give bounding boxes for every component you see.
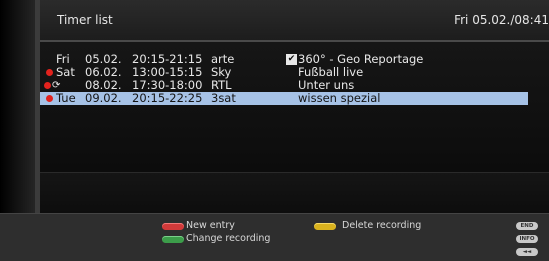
timer-row-selected[interactable]: Tue 09.02. 20:15-22:25 3sat wissen spezi… (40, 92, 528, 105)
yellow-key-icon[interactable] (314, 223, 336, 230)
header-bar: Timer list Fri 05.02./08:41 (40, 0, 549, 40)
timer-day: Tue (56, 91, 76, 105)
record-dot-icon (46, 69, 53, 76)
timer-list-screen: Timer list Fri 05.02./08:41 Fri 05.02. 2… (0, 0, 549, 261)
row-marker (40, 92, 56, 105)
timer-title: wissen spezial (298, 91, 381, 105)
page-title: Timer list (57, 13, 113, 27)
rewind-button-icon[interactable]: ◄◄ (516, 248, 538, 256)
row-marker: ⟳ (40, 79, 60, 92)
row-marker (40, 53, 56, 66)
record-dot-icon (44, 82, 51, 89)
date-time-display: Fri 05.02./08:41 (454, 13, 549, 27)
change-recording-label[interactable]: Change recording (186, 233, 270, 244)
timer-date: 09.02. (85, 91, 122, 105)
list-empty-area (40, 172, 549, 213)
left-sidebar-bar (0, 0, 40, 213)
timer-time: 20:15-22:25 (132, 91, 203, 105)
timer-channel: 3sat (211, 91, 236, 105)
delete-recording-label[interactable]: Delete recording (342, 220, 421, 231)
timer-day: Sat (56, 65, 75, 79)
row-marker (40, 66, 56, 79)
timer-list: Fri 05.02. 20:15-21:15 arte ✔ 360° - Geo… (40, 42, 549, 172)
red-key-icon[interactable] (162, 223, 184, 230)
green-key-icon[interactable] (162, 236, 184, 243)
footer-key-bar: New entry Change recording Delete record… (0, 213, 549, 261)
info-button-icon[interactable]: INFO (516, 235, 538, 243)
checkbox-checked-icon: ✔ (286, 54, 297, 65)
end-button-icon[interactable]: END (516, 222, 538, 230)
new-entry-label[interactable]: New entry (186, 220, 235, 231)
record-dot-icon (46, 95, 53, 102)
